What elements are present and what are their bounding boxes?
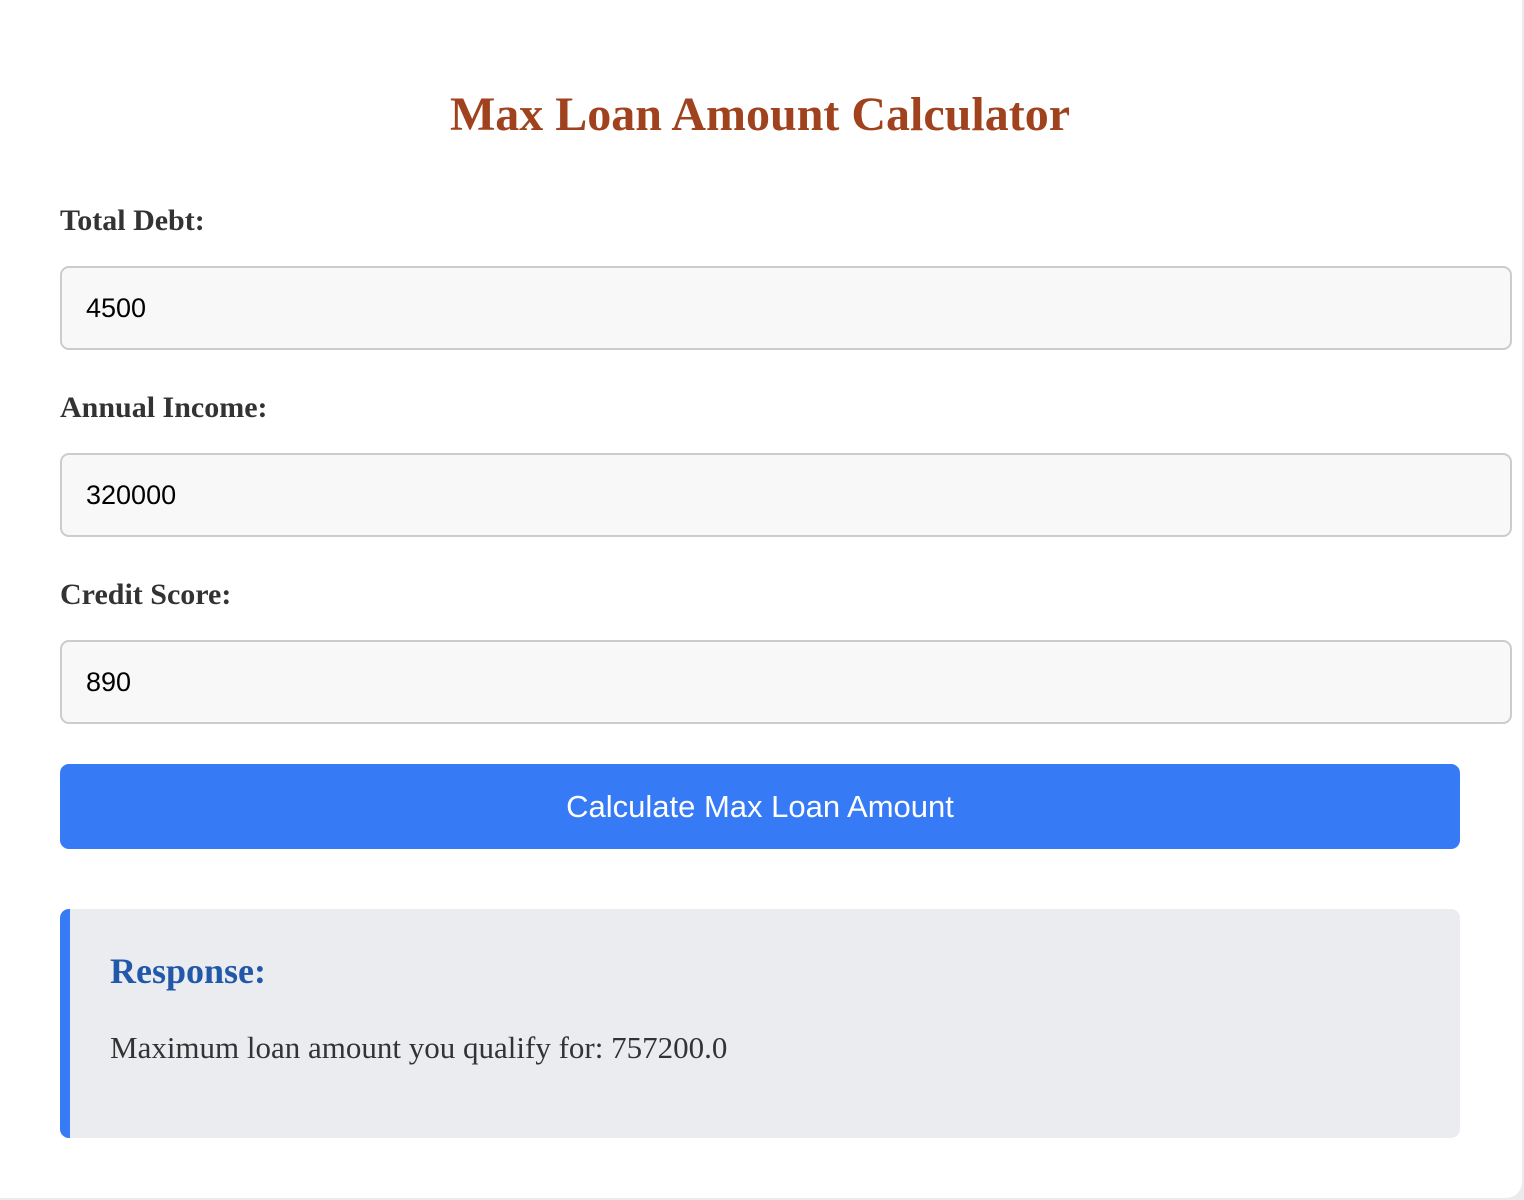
annual-income-input[interactable] <box>60 453 1512 537</box>
response-panel: Response: Maximum loan amount you qualif… <box>60 909 1460 1138</box>
page-title: Max Loan Amount Calculator <box>449 88 1070 141</box>
response-title: Response: <box>110 951 267 991</box>
calculator-page: Max Loan Amount Calculator Total Debt: A… <box>0 0 1522 1198</box>
annual-income-label: Annual Income: <box>60 391 268 424</box>
response-text: Maximum loan amount you qualify for: 757… <box>110 1030 728 1065</box>
total-debt-input[interactable] <box>60 266 1512 350</box>
total-debt-label: Total Debt: <box>60 204 205 237</box>
credit-score-label: Credit Score: <box>60 578 232 611</box>
calculate-button[interactable]: Calculate Max Loan Amount <box>60 764 1460 849</box>
credit-score-input[interactable] <box>60 640 1512 724</box>
